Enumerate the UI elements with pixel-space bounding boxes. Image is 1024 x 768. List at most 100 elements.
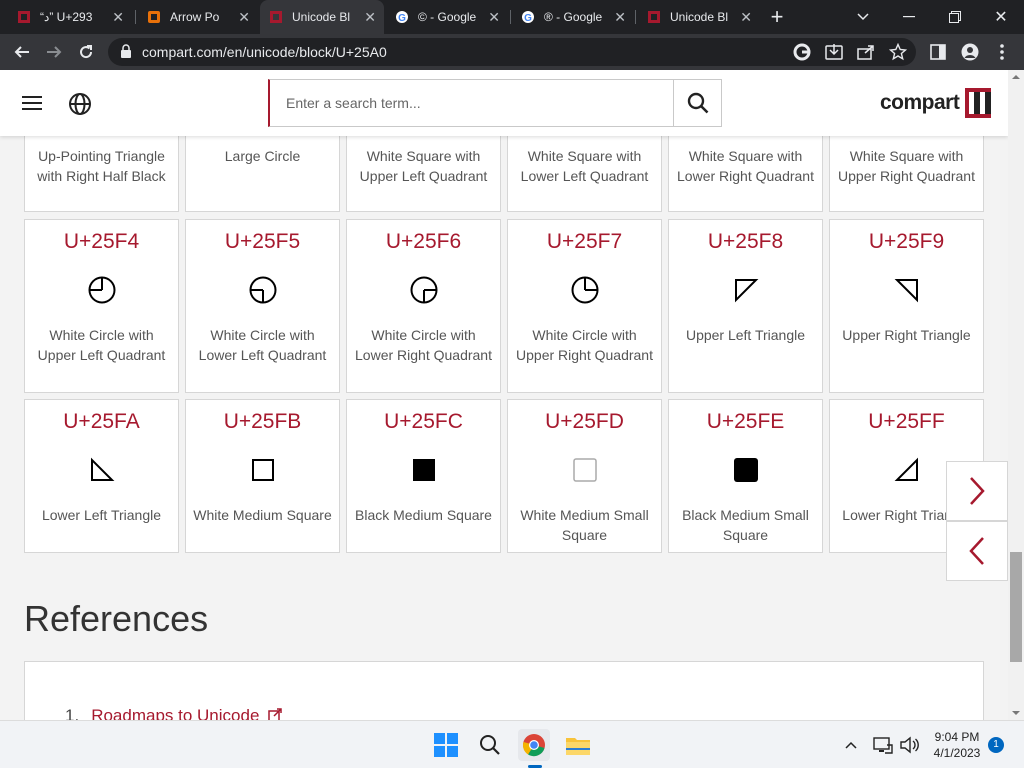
compart-favicon-icon [268,9,284,25]
show-hidden-icons-chevron-icon[interactable] [838,729,864,761]
google-favicon-icon: G [520,9,536,25]
close-tab-icon[interactable]: ✕ [112,9,124,25]
unicode-char-card[interactable]: White Square with Lower Left Quadrant [507,130,662,212]
hamburger-menu-icon[interactable] [20,92,44,114]
char-name: White Medium Small Square [520,507,649,543]
reference-item: 1. Roadmaps to Unicode [65,706,282,720]
compart-favicon-icon [16,9,32,25]
tab-6[interactable]: Unicode Bl ✕ [638,0,760,34]
minimize-button[interactable] [886,0,932,34]
circle-lower-left-glyph-icon [249,276,277,304]
volume-icon[interactable] [896,729,922,761]
triangle-lower-left-glyph-icon [91,457,115,481]
close-tab-icon[interactable]: ✕ [364,9,376,25]
unicode-char-card[interactable]: White Square with Upper Right Quadrant [829,130,984,212]
svg-text:G: G [398,13,406,24]
unicode-char-card[interactable]: U+25FD White Medium Small Square [507,399,662,553]
share-icon[interactable] [852,38,880,66]
file-explorer-icon[interactable] [562,729,594,761]
menu-kebab-icon[interactable] [988,38,1016,66]
page-scrollbar[interactable] [1008,70,1024,720]
browser-tab-bar: “د” U+293 ✕ Arrow Po ✕ Unicode Bl ✕ G © … [0,0,1024,34]
url-text: compart.com/en/unicode/block/U+25A0 [142,44,387,60]
lock-icon [120,44,132,63]
unicode-char-card[interactable]: U+25FC Black Medium Square [346,399,501,553]
tab-5[interactable]: G ® - Google ✕ [512,0,634,34]
char-name: White Square with Lower Right Quadrant [677,148,814,184]
scroll-up-arrow-icon[interactable] [1008,72,1024,82]
unicode-char-card[interactable]: U+25FE Black Medium Small Square [668,399,823,553]
unicode-char-card[interactable]: Large Circle [185,130,340,212]
char-name: White Square with Upper Right Quadrant [838,148,975,184]
bookmark-star-icon[interactable] [884,38,912,66]
unicode-char-card[interactable]: U+25FB White Medium Square [185,399,340,553]
unicode-char-card[interactable]: White Square with Lower Right Quadrant [668,130,823,212]
unicode-char-card[interactable]: Up-Pointing Triangle with Right Half Bla… [24,130,179,212]
char-code: U+25FF [868,410,945,433]
search-button[interactable] [673,80,721,126]
tab-title: © - Google [418,10,477,24]
unicode-char-card[interactable]: U+25F6 White Circle with Lower Right Quad… [346,219,501,393]
search-input[interactable] [270,80,674,126]
tab-title: “د” U+293 [40,10,93,24]
scroll-down-arrow-icon[interactable] [1008,708,1024,718]
tab-4[interactable]: G © - Google ✕ [386,0,508,34]
close-window-icon[interactable]: ✕ [978,0,1024,34]
white-medium-square-glyph-icon [252,459,274,481]
notification-badge[interactable]: 1 [988,737,1004,753]
reload-icon[interactable] [72,38,100,66]
tab-2[interactable]: Arrow Po ✕ [138,0,258,34]
unicode-char-card[interactable]: U+25F8 Upper Left Triangle [668,219,823,393]
unicode-char-card[interactable]: U+25FA Lower Left Triangle [24,399,179,553]
previous-page-button[interactable] [946,521,1008,581]
windows-taskbar: 9:04 PM 4/1/2023 1 [0,720,1024,768]
tab-1[interactable]: “د” U+293 ✕ [8,0,132,34]
forward-arrow-icon[interactable] [40,38,68,66]
profile-avatar-icon[interactable] [956,38,984,66]
windows-start-icon[interactable] [430,729,462,761]
network-icon[interactable] [870,729,896,761]
install-app-icon[interactable] [820,38,848,66]
system-clock[interactable]: 9:04 PM 4/1/2023 [926,729,988,761]
char-name: Lower Left Triangle [41,507,162,523]
clock-date: 4/1/2023 [933,746,981,760]
unicode-char-card[interactable]: U+25F4 White Circle with Upper Left Quadr… [24,219,179,393]
circle-lower-right-glyph-icon [410,276,438,304]
char-name: White Circle with Upper Left Quadrant [37,327,166,363]
tab-title: Arrow Po [170,10,220,24]
chrome-taskbar-icon[interactable] [518,729,550,761]
char-name: White Circle with Lower Left Quadrant [198,327,327,363]
white-medium-small-square-glyph-icon [573,458,597,482]
google-lens-icon[interactable] [788,38,816,66]
circle-upper-right-glyph-icon [571,276,599,304]
compart-logo[interactable]: compart [880,86,993,120]
reference-number: 1. [65,706,80,720]
tab-search-chevron-icon[interactable] [840,0,886,34]
tab-3-active[interactable]: Unicode Bl ✕ [260,0,384,34]
close-tab-icon[interactable]: ✕ [614,9,626,25]
globe-language-icon[interactable] [68,92,92,116]
char-name: White Square with Lower Left Quadrant [520,148,649,184]
close-tab-icon[interactable]: ✕ [740,9,752,25]
scroll-thumb[interactable] [1010,552,1022,662]
unicode-char-card[interactable]: U+25F7 White Circle with Upper Right Quad… [507,219,662,393]
restore-button[interactable] [932,0,978,34]
unicode-char-card[interactable]: U+25F9 Upper Right Triangle [829,219,984,393]
unicode-char-card[interactable]: White Square with Upper Left Quadrant [346,130,501,212]
next-page-button[interactable] [946,461,1008,521]
new-tab-button[interactable]: + [754,0,800,34]
reference-link[interactable]: Roadmaps to Unicode [91,706,259,720]
logo-text: compart [880,91,960,114]
search-icon [687,92,708,114]
char-code: U+25FA [63,410,140,433]
external-link-icon [268,708,282,720]
unicode-char-card[interactable]: U+25F5 White Circle with Lower Left Quadr… [185,219,340,393]
char-name: Up-Pointing Triangle with Right Half Bla… [37,148,166,184]
side-panel-icon[interactable] [924,38,952,66]
triangle-upper-left-glyph-icon [735,279,759,303]
close-tab-icon[interactable]: ✕ [238,9,250,25]
references-heading: References [24,598,209,639]
back-arrow-icon[interactable] [8,38,36,66]
close-tab-icon[interactable]: ✕ [488,9,500,25]
taskbar-search-icon[interactable] [474,729,506,761]
